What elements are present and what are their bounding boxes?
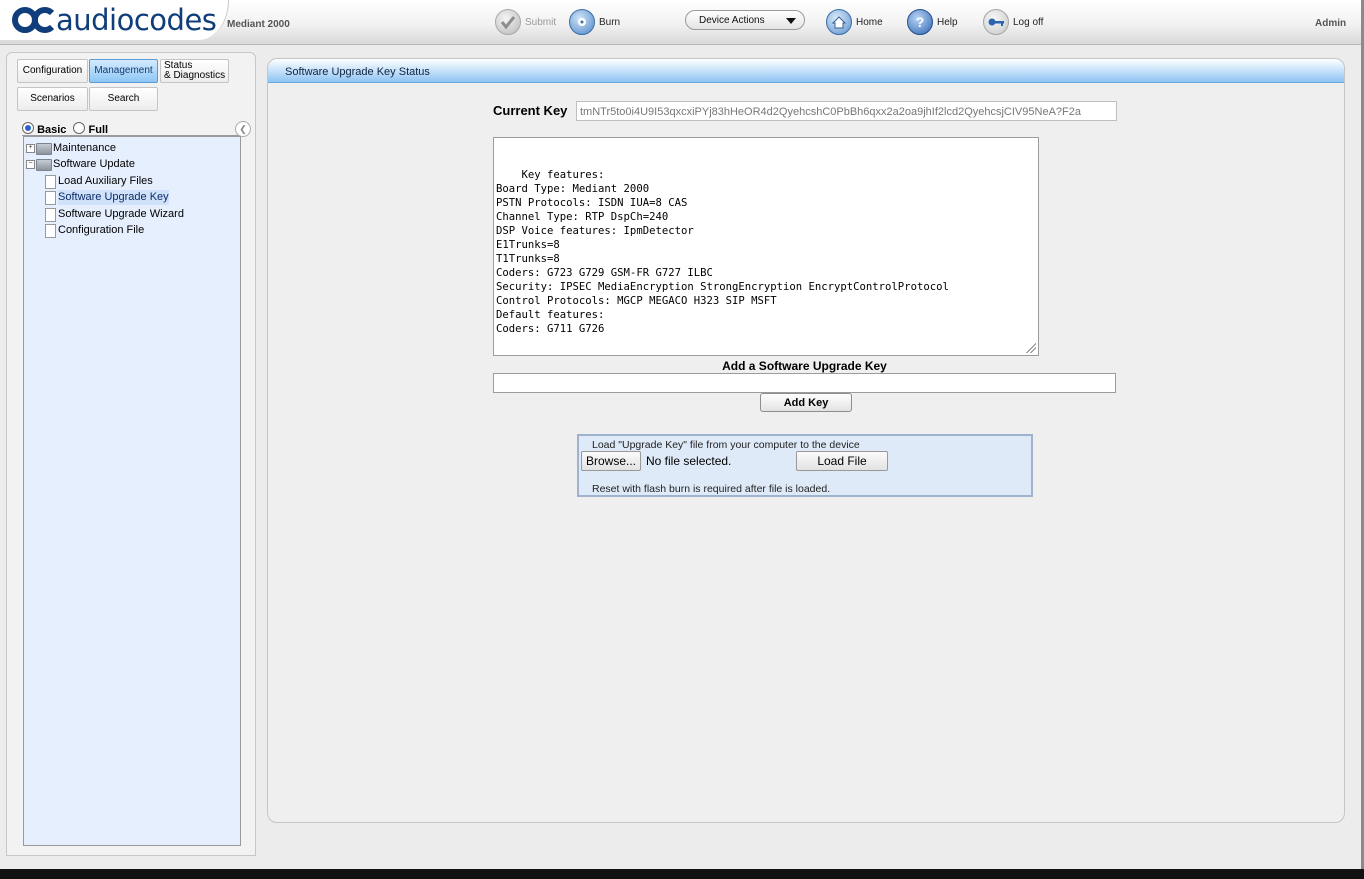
collapse-sidebar-button[interactable]: ❮ [235,121,251,137]
tree-node-software-update[interactable]: − Software Update [26,157,135,172]
upload-note: Reset with flash burn is required after … [592,483,831,495]
burn-button[interactable]: Burn [569,8,620,36]
disc-icon [569,9,595,35]
browser-window: audiocodes Mediant 2000 Submit Burn Devi… [0,0,1364,879]
panel-title: Software Upgrade Key Status [268,59,1344,83]
expand-icon[interactable]: + [26,144,35,153]
home-button[interactable]: Home [826,8,883,36]
help-button[interactable]: ? Help [907,8,958,36]
device-actions-label: Device Actions [699,15,765,26]
mode-selector: Basic Full [22,122,108,136]
tree-node-configuration-file[interactable]: Configuration File [45,223,144,238]
audiocodes-logo: audiocodes [12,3,217,37]
folder-icon [36,158,52,171]
tab-management-label: Management [94,65,153,76]
upload-key-file-box: Load "Upgrade Key" file from your comput… [577,434,1033,497]
tree-node-label: Maintenance [53,142,116,154]
tab-scenarios[interactable]: Scenarios [17,87,88,111]
navigation-tree [23,136,241,846]
help-label: Help [937,16,958,28]
current-key-label: Current Key [493,103,568,118]
help-icon: ? [907,9,933,35]
tree-node-load-auxiliary-files[interactable]: Load Auxiliary Files [45,174,153,189]
tab-status-diagnostics-label: Status & Diagnostics [164,60,226,81]
collapse-icon[interactable]: − [26,160,35,169]
load-file-button[interactable]: Load File [796,451,888,471]
submit-button[interactable]: Submit [495,8,556,36]
file-icon [45,190,56,205]
add-key-title: Add a Software Upgrade Key [722,359,887,373]
tree-node-maintenance[interactable]: + Maintenance [26,141,116,156]
device-actions-dropdown[interactable]: Device Actions [685,10,805,30]
tab-search-label: Search [107,93,140,104]
tab-search[interactable]: Search [89,87,158,111]
tree-node-label: Software Upgrade Key [58,190,169,205]
tree-node-software-upgrade-wizard[interactable]: Software Upgrade Wizard [45,207,184,222]
tab-configuration-label: Configuration [22,65,83,76]
file-icon [45,207,56,222]
key-icon [983,9,1009,35]
top-header: audiocodes Mediant 2000 Submit Burn Devi… [0,0,1364,45]
logoff-label: Log off [1013,16,1044,28]
logo-area: audiocodes [0,0,229,40]
user-name: Admin [1315,18,1347,29]
radio-selected-icon [22,122,34,134]
no-file-text: No file selected. [646,454,732,468]
chevron-left-icon: ❮ [239,124,247,134]
tab-status-diagnostics[interactable]: Status & Diagnostics [160,59,229,83]
key-features-text: Key features: Board Type: Mediant 2000 P… [496,169,949,335]
file-icon [45,174,56,189]
home-label: Home [856,16,883,28]
file-icon [45,223,56,238]
checkmark-icon [495,9,521,35]
current-key-field: tmNTr5to0i4U9I53qxcxiPYj83hHeOR4d2Qyehcs… [576,101,1117,121]
burn-label: Burn [599,16,621,28]
key-features-textarea[interactable]: Key features: Board Type: Mediant 2000 P… [493,137,1039,356]
add-key-input[interactable] [493,373,1116,393]
product-name: Mediant 2000 [227,19,290,30]
radio-empty-icon [73,122,86,134]
tree-node-software-upgrade-key[interactable]: Software Upgrade Key [45,190,169,205]
tree-node-label: Software Update [53,158,135,170]
tab-management[interactable]: Management [89,59,158,83]
resize-grip-icon[interactable] [1026,343,1036,353]
chevron-down-icon [786,18,796,24]
tree-node-label: Load Auxiliary Files [58,175,153,187]
logoff-button[interactable]: Log off [983,8,1043,36]
tree-node-label: Configuration File [58,224,145,236]
folder-icon [36,142,52,155]
home-icon [826,9,852,35]
tab-scenarios-label: Scenarios [30,93,75,104]
browse-button[interactable]: Browse... [581,451,641,471]
submit-label: Submit [525,16,557,28]
tree-node-label: Software Upgrade Wizard [58,208,184,220]
audiocodes-logo-icon [12,7,54,33]
add-key-button[interactable]: Add Key [760,393,852,412]
taskbar-strip [0,869,1364,879]
tab-configuration[interactable]: Configuration [17,59,88,83]
upload-title: Load "Upgrade Key" file from your comput… [592,439,860,451]
logo-text: audiocodes [56,3,217,37]
